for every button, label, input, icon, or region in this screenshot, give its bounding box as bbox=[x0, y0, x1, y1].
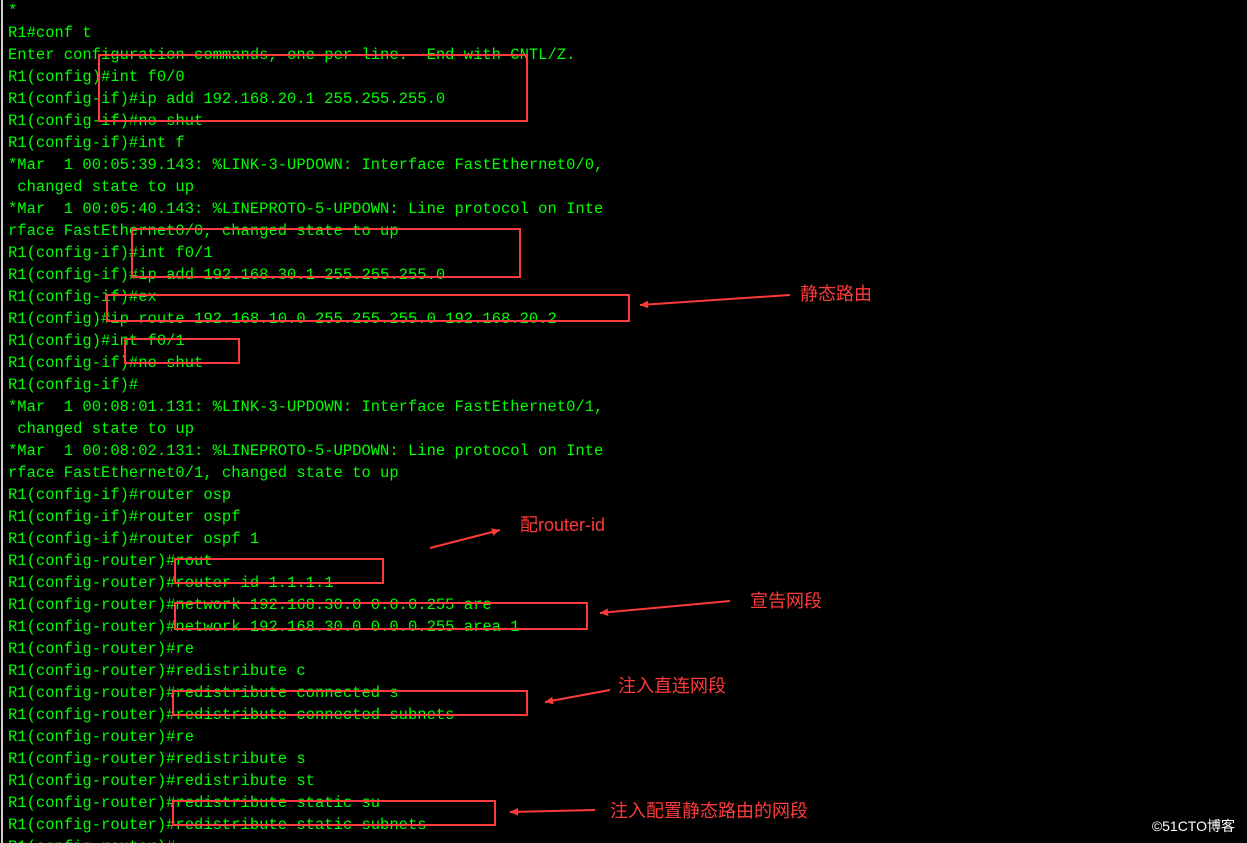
terminal-line: R1(config)#int f0/1 bbox=[8, 330, 1239, 352]
terminal-line: R1(config-router)#re bbox=[8, 726, 1239, 748]
terminal-line: * bbox=[8, 0, 1239, 22]
annot-inject-static: 注入配置静态路由的网段 bbox=[610, 800, 808, 822]
terminal-line-text: R1(config-router)#redistribute connected… bbox=[8, 682, 399, 704]
terminal-line-text: R1(config)#int f0/0 bbox=[8, 66, 185, 88]
terminal-output: *R1#conf tEnter configuration commands, … bbox=[0, 0, 1247, 843]
terminal-line: R1(config-router)#rout bbox=[8, 550, 1239, 572]
terminal-line-text: R1(config)#int f0/1 bbox=[8, 330, 185, 352]
terminal-line-text: *Mar 1 00:05:40.143: %LINEPROTO-5-UPDOWN… bbox=[8, 198, 603, 220]
terminal-line-text: *Mar 1 00:05:39.143: %LINK-3-UPDOWN: Int… bbox=[8, 154, 603, 176]
terminal-line-text: changed state to up bbox=[8, 176, 194, 198]
terminal-line-text: R1(config-if)#router ospf 1 bbox=[8, 528, 259, 550]
terminal-line-text: R1(config-if)# bbox=[8, 374, 138, 396]
terminal-line-text: R1(config-if)#int f bbox=[8, 132, 185, 154]
terminal-line-text: R1(config-router)#rout bbox=[8, 550, 213, 572]
terminal-line-text: R1(config-router)#redistribute static su bbox=[8, 792, 380, 814]
terminal-line-text: R1(config-router)#network 192.168.30.0 0… bbox=[8, 616, 520, 638]
terminal-line: rface FastEthernet0/0, changed state to … bbox=[8, 220, 1239, 242]
terminal-line: R1(config-if)#ip add 192.168.30.1 255.25… bbox=[8, 264, 1239, 286]
terminal-line-text: R1(config-if)#ip add 192.168.20.1 255.25… bbox=[8, 88, 445, 110]
terminal-line-text: rface FastEthernet0/1, changed state to … bbox=[8, 462, 399, 484]
terminal-line-text: R1(config-router)#router-id 1.1.1.1 bbox=[8, 572, 334, 594]
terminal-line-text: *Mar 1 00:08:02.131: %LINEPROTO-5-UPDOWN… bbox=[8, 440, 603, 462]
terminal-line: changed state to up bbox=[8, 418, 1239, 440]
terminal-line-text: R1(config-router)#redistribute st bbox=[8, 770, 315, 792]
terminal-line-text: R1(config-if)#ip add 192.168.30.1 255.25… bbox=[8, 264, 445, 286]
terminal-line: R1(config-router)#redistribute connected… bbox=[8, 704, 1239, 726]
terminal-line: R1(config-if)# bbox=[8, 374, 1239, 396]
terminal-line: R1(config-router)#re bbox=[8, 638, 1239, 660]
annot-static-route: 静态路由 bbox=[800, 283, 872, 305]
terminal-line: *Mar 1 00:05:40.143: %LINEPROTO-5-UPDOWN… bbox=[8, 198, 1239, 220]
terminal-line-text: changed state to up bbox=[8, 418, 194, 440]
terminal-line-text: R1(config-if)#int f0/1 bbox=[8, 242, 213, 264]
annot-router-id: 配router-id bbox=[520, 514, 605, 536]
terminal-line-text: R1(config-router)#redistribute c bbox=[8, 660, 306, 682]
terminal-line-text: R1(config)#ip route 192.168.10.0 255.255… bbox=[8, 308, 557, 330]
terminal-line: rface FastEthernet0/1, changed state to … bbox=[8, 462, 1239, 484]
terminal-line: R1(config-router)#redistribute s bbox=[8, 748, 1239, 770]
terminal-line: R1(config-if)#no shut bbox=[8, 110, 1239, 132]
terminal-line: R1(config-if)#no shut bbox=[8, 352, 1239, 374]
terminal-line-text: * bbox=[8, 0, 17, 22]
terminal-line: R1(config-router)# bbox=[8, 836, 1239, 843]
terminal-line-text: R1(config-router)#re bbox=[8, 726, 194, 748]
terminal-line: R1(config-if)#router osp bbox=[8, 484, 1239, 506]
terminal-line: *Mar 1 00:05:39.143: %LINK-3-UPDOWN: Int… bbox=[8, 154, 1239, 176]
terminal-line: *Mar 1 00:08:02.131: %LINEPROTO-5-UPDOWN… bbox=[8, 440, 1239, 462]
annot-inject-connected: 注入直连网段 bbox=[618, 675, 726, 697]
annot-announce-net: 宣告网段 bbox=[750, 590, 822, 612]
terminal-line-text: R1(config-router)#network 192.168.30.0 0… bbox=[8, 594, 492, 616]
terminal-line: R1(config-if)#router ospf 1 bbox=[8, 528, 1239, 550]
terminal-line-text: R1(config-if)#router ospf bbox=[8, 506, 241, 528]
terminal-line: R1(config-router)#router-id 1.1.1.1 bbox=[8, 572, 1239, 594]
terminal-line: *Mar 1 00:08:01.131: %LINK-3-UPDOWN: Int… bbox=[8, 396, 1239, 418]
terminal-line-text: R1(config-if)#ex bbox=[8, 286, 157, 308]
terminal-line-text: *Mar 1 00:08:01.131: %LINK-3-UPDOWN: Int… bbox=[8, 396, 603, 418]
terminal-line: R1(config-if)#int f0/1 bbox=[8, 242, 1239, 264]
terminal-line-text: R1(config-router)#redistribute s bbox=[8, 748, 306, 770]
terminal-line-text: R1(config-router)#redistribute static su… bbox=[8, 814, 427, 836]
terminal-line: R1(config-if)#router ospf bbox=[8, 506, 1239, 528]
terminal-line-text: R1(config-router)#redistribute connected… bbox=[8, 704, 454, 726]
terminal-line-text: R1(config-if)#router osp bbox=[8, 484, 231, 506]
terminal-line: Enter configuration commands, one per li… bbox=[8, 44, 1239, 66]
terminal-line: R1(config-if)#ex bbox=[8, 286, 1239, 308]
terminal-line-text: R1(config-router)# bbox=[8, 836, 175, 843]
terminal-line: R1(config)#int f0/0 bbox=[8, 66, 1239, 88]
terminal-line-text: Enter configuration commands, one per li… bbox=[8, 44, 575, 66]
terminal-line-text: R1(config-router)#re bbox=[8, 638, 194, 660]
terminal-line: R1(config-router)#network 192.168.30.0 0… bbox=[8, 594, 1239, 616]
terminal-line-text: R1(config-if)#no shut bbox=[8, 110, 203, 132]
terminal-line: R1(config)#ip route 192.168.10.0 255.255… bbox=[8, 308, 1239, 330]
terminal-line-text: R1(config-if)#no shut bbox=[8, 352, 203, 374]
terminal-line-text: R1#conf t bbox=[8, 22, 92, 44]
terminal-line: R1#conf t bbox=[8, 22, 1239, 44]
terminal-line: changed state to up bbox=[8, 176, 1239, 198]
terminal-line: R1(config-if)#int f bbox=[8, 132, 1239, 154]
terminal-line: R1(config-router)#redistribute st bbox=[8, 770, 1239, 792]
watermark: ©51CTO博客 bbox=[1152, 815, 1235, 837]
terminal-line-text: rface FastEthernet0/0, changed state to … bbox=[8, 220, 399, 242]
terminal-line: R1(config-router)#network 192.168.30.0 0… bbox=[8, 616, 1239, 638]
terminal-line: R1(config-if)#ip add 192.168.20.1 255.25… bbox=[8, 88, 1239, 110]
